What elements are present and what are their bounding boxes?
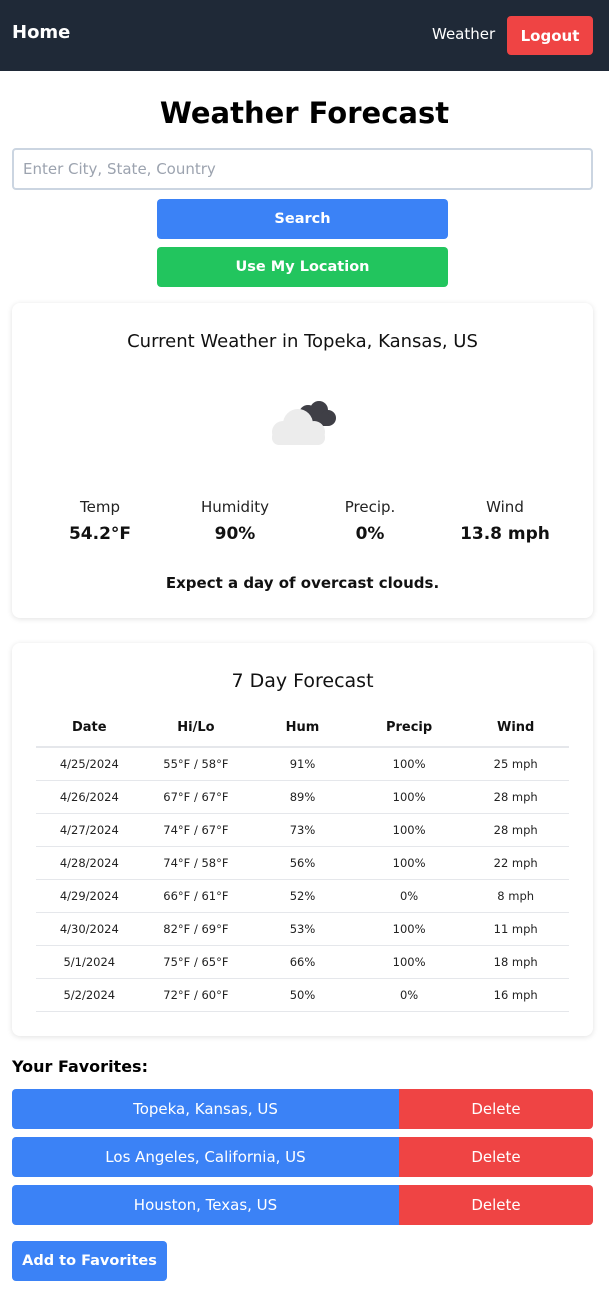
- humidity-stat: Humidity 90%: [170, 498, 300, 544]
- precip-label: Precip.: [344, 498, 396, 516]
- precip-value: 0%: [355, 524, 385, 544]
- cell-date: 5/2/2024: [36, 978, 143, 1012]
- table-row: 4/30/2024 82°F / 69°F 53% 100% 11 mph: [36, 912, 569, 946]
- temp-stat: Temp 54.2°F: [35, 498, 165, 544]
- table-row: 4/29/2024 66°F / 61°F 52% 0% 8 mph: [36, 879, 569, 913]
- cell-hum: 66%: [249, 945, 356, 979]
- search-input[interactable]: [12, 148, 593, 190]
- nav-weather-link[interactable]: Weather: [432, 25, 495, 43]
- header-hum: Hum: [249, 709, 356, 748]
- cell-precip: 100%: [355, 912, 463, 946]
- weather-description: Expect a day of overcast clouds.: [165, 574, 440, 592]
- search-button[interactable]: Search: [157, 199, 448, 239]
- table-row: 4/27/2024 74°F / 67°F 73% 100% 28 mph: [36, 813, 569, 847]
- cell-hum: 73%: [249, 813, 356, 847]
- current-weather-card: Current Weather in Topeka, Kansas, US Te…: [12, 303, 593, 618]
- cell-date: 4/30/2024: [36, 912, 143, 946]
- current-weather-title: Current Weather in Topeka, Kansas, US: [127, 331, 478, 352]
- navbar: Home Weather Logout: [0, 0, 609, 71]
- table-row: 5/1/2024 75°F / 65°F 66% 100% 18 mph: [36, 945, 569, 979]
- cell-hum: 56%: [249, 846, 356, 880]
- cell-wind: 16 mph: [462, 978, 569, 1012]
- forecast-card: 7 Day Forecast Date Hi/Lo Hum Precip Win…: [12, 643, 593, 1036]
- temp-value: 54.2°F: [68, 524, 132, 544]
- table-row: 4/26/2024 67°F / 67°F 89% 100% 28 mph: [36, 780, 569, 814]
- use-my-location-button[interactable]: Use My Location: [157, 247, 448, 287]
- delete-favorite-button[interactable]: Delete: [399, 1137, 593, 1177]
- cell-wind: 28 mph: [462, 813, 569, 847]
- favorite-row: Houston, Texas, US Delete: [12, 1185, 593, 1225]
- cell-precip: 0%: [355, 978, 463, 1012]
- add-to-favorites-button[interactable]: Add to Favorites: [12, 1241, 167, 1281]
- wind-stat: Wind 13.8 mph: [440, 498, 570, 544]
- cell-date: 4/29/2024: [36, 879, 143, 913]
- table-row: 4/25/2024 55°F / 58°F 91% 100% 25 mph: [36, 747, 569, 781]
- wind-value: 13.8 mph: [460, 524, 550, 544]
- cell-hilo: 75°F / 65°F: [142, 945, 250, 979]
- cell-hilo: 72°F / 60°F: [142, 978, 250, 1012]
- cell-hum: 53%: [249, 912, 356, 946]
- favorite-row: Topeka, Kansas, US Delete: [12, 1089, 593, 1129]
- temp-label: Temp: [80, 498, 120, 516]
- humidity-value: 90%: [214, 524, 256, 544]
- overcast-clouds-icon: [272, 401, 336, 445]
- favorite-location-button[interactable]: Topeka, Kansas, US: [12, 1089, 399, 1129]
- favorite-location-button[interactable]: Los Angeles, California, US: [12, 1137, 399, 1177]
- forecast-header-row: Date Hi/Lo Hum Precip Wind: [36, 709, 569, 748]
- cell-precip: 100%: [355, 846, 463, 880]
- page-title: Weather Forecast: [159, 96, 450, 130]
- cell-hum: 89%: [249, 780, 356, 814]
- delete-favorite-button[interactable]: Delete: [399, 1089, 593, 1129]
- cell-hilo: 66°F / 61°F: [142, 879, 250, 913]
- delete-favorite-button[interactable]: Delete: [399, 1185, 593, 1225]
- wind-label: Wind: [486, 498, 524, 516]
- cell-hilo: 55°F / 58°F: [142, 747, 250, 781]
- header-date: Date: [36, 709, 143, 748]
- header-hilo: Hi/Lo: [142, 709, 250, 748]
- cell-hum: 91%: [249, 747, 356, 781]
- cell-wind: 28 mph: [462, 780, 569, 814]
- cell-hilo: 74°F / 58°F: [142, 846, 250, 880]
- cell-date: 4/25/2024: [36, 747, 143, 781]
- cell-wind: 8 mph: [462, 879, 569, 913]
- cell-hilo: 67°F / 67°F: [142, 780, 250, 814]
- cell-date: 5/1/2024: [36, 945, 143, 979]
- cell-hum: 52%: [249, 879, 356, 913]
- forecast-title: 7 Day Forecast: [231, 670, 374, 692]
- favorite-location-button[interactable]: Houston, Texas, US: [12, 1185, 399, 1225]
- table-row: 5/2/2024 72°F / 60°F 50% 0% 16 mph: [36, 978, 569, 1012]
- cell-wind: 11 mph: [462, 912, 569, 946]
- humidity-label: Humidity: [200, 498, 269, 516]
- cell-wind: 22 mph: [462, 846, 569, 880]
- logout-button[interactable]: Logout: [507, 16, 593, 55]
- cell-precip: 100%: [355, 813, 463, 847]
- table-row: 4/28/2024 74°F / 58°F 56% 100% 22 mph: [36, 846, 569, 880]
- cell-wind: 18 mph: [462, 945, 569, 979]
- cell-wind: 25 mph: [462, 747, 569, 781]
- header-wind: Wind: [462, 709, 569, 748]
- cell-date: 4/28/2024: [36, 846, 143, 880]
- cell-date: 4/26/2024: [36, 780, 143, 814]
- cell-hilo: 74°F / 67°F: [142, 813, 250, 847]
- favorites-heading: Your Favorites:: [12, 1057, 148, 1076]
- cell-precip: 100%: [355, 780, 463, 814]
- header-precip: Precip: [355, 709, 463, 748]
- cell-hum: 50%: [249, 978, 356, 1012]
- forecast-table: Date Hi/Lo Hum Precip Wind 4/25/2024 55°…: [36, 709, 569, 1012]
- precip-stat: Precip. 0%: [305, 498, 435, 544]
- nav-home-link[interactable]: Home: [12, 22, 70, 43]
- cell-precip: 100%: [355, 747, 463, 781]
- cell-precip: 0%: [355, 879, 463, 913]
- favorite-row: Los Angeles, California, US Delete: [12, 1137, 593, 1177]
- cell-hilo: 82°F / 69°F: [142, 912, 250, 946]
- cell-precip: 100%: [355, 945, 463, 979]
- cell-date: 4/27/2024: [36, 813, 143, 847]
